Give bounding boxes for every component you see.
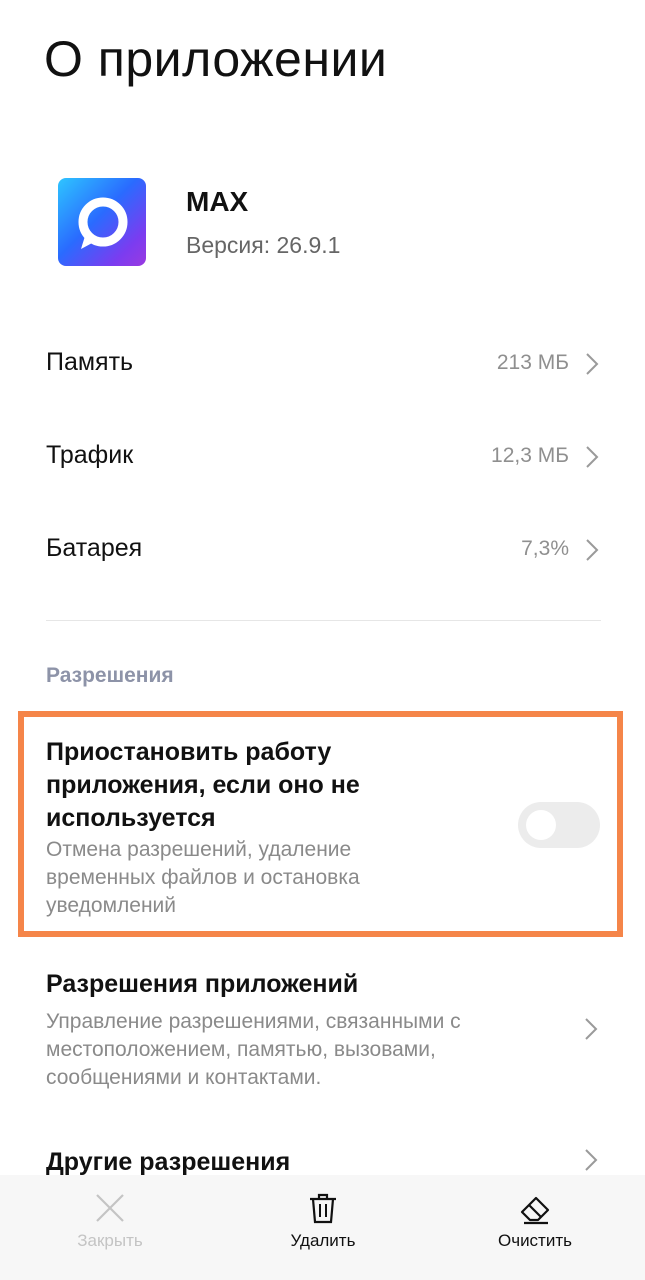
trash-icon bbox=[310, 1193, 336, 1224]
storage-value: 213 МБ bbox=[496, 351, 569, 374]
app-header: MAX Версия: 26.9.1 bbox=[58, 178, 598, 268]
toggle-knob bbox=[526, 810, 556, 840]
page-title: О приложении bbox=[44, 31, 388, 87]
close-icon bbox=[96, 1194, 124, 1222]
divider bbox=[46, 620, 601, 621]
chevron-right-icon bbox=[585, 1149, 598, 1171]
battery-label: Батарея bbox=[46, 534, 143, 562]
other-permissions-title[interactable]: Другие разрешения bbox=[46, 1148, 290, 1177]
traffic-value: 12,3 МБ bbox=[491, 444, 569, 467]
app-logo-icon bbox=[58, 178, 146, 266]
traffic-label: Трафик bbox=[46, 441, 134, 469]
storage-label: Память bbox=[46, 348, 134, 376]
traffic-row[interactable]: Трафик 12,3 МБ bbox=[46, 427, 601, 487]
delete-button[interactable]: Удалить bbox=[258, 1191, 388, 1251]
permissions-section-header: Разрешения bbox=[46, 664, 174, 687]
pause-app-title: Приостановить работу приложения, если он… bbox=[46, 738, 360, 832]
battery-row[interactable]: Батарея 7,3% bbox=[46, 520, 601, 580]
pause-app-toggle[interactable] bbox=[518, 802, 600, 848]
clear-label: Очистить bbox=[497, 1231, 572, 1250]
app-name: MAX bbox=[186, 186, 249, 217]
chevron-right-icon bbox=[586, 446, 599, 468]
eraser-icon bbox=[520, 1196, 550, 1225]
bottom-action-bar: Закрыть Удалить Очистить bbox=[0, 1175, 645, 1280]
app-permissions-description: Управление разрешениями, связанными с ме… bbox=[46, 1010, 461, 1089]
storage-row[interactable]: Память 213 МБ bbox=[46, 334, 601, 394]
close-button[interactable]: Закрыть bbox=[45, 1191, 175, 1251]
delete-label: Удалить bbox=[290, 1231, 356, 1250]
pause-app-description: Отмена разрешений, удаление временных фа… bbox=[46, 838, 360, 917]
chevron-right-icon bbox=[586, 539, 599, 561]
chevron-right-icon bbox=[586, 353, 599, 375]
battery-value: 7,3% bbox=[521, 537, 569, 560]
clear-button[interactable]: Очистить bbox=[470, 1191, 600, 1251]
app-permissions-title[interactable]: Разрешения приложений bbox=[46, 970, 358, 999]
chevron-right-icon bbox=[585, 1018, 598, 1040]
close-label: Закрыть bbox=[77, 1231, 143, 1250]
app-version: Версия: 26.9.1 bbox=[186, 232, 341, 258]
